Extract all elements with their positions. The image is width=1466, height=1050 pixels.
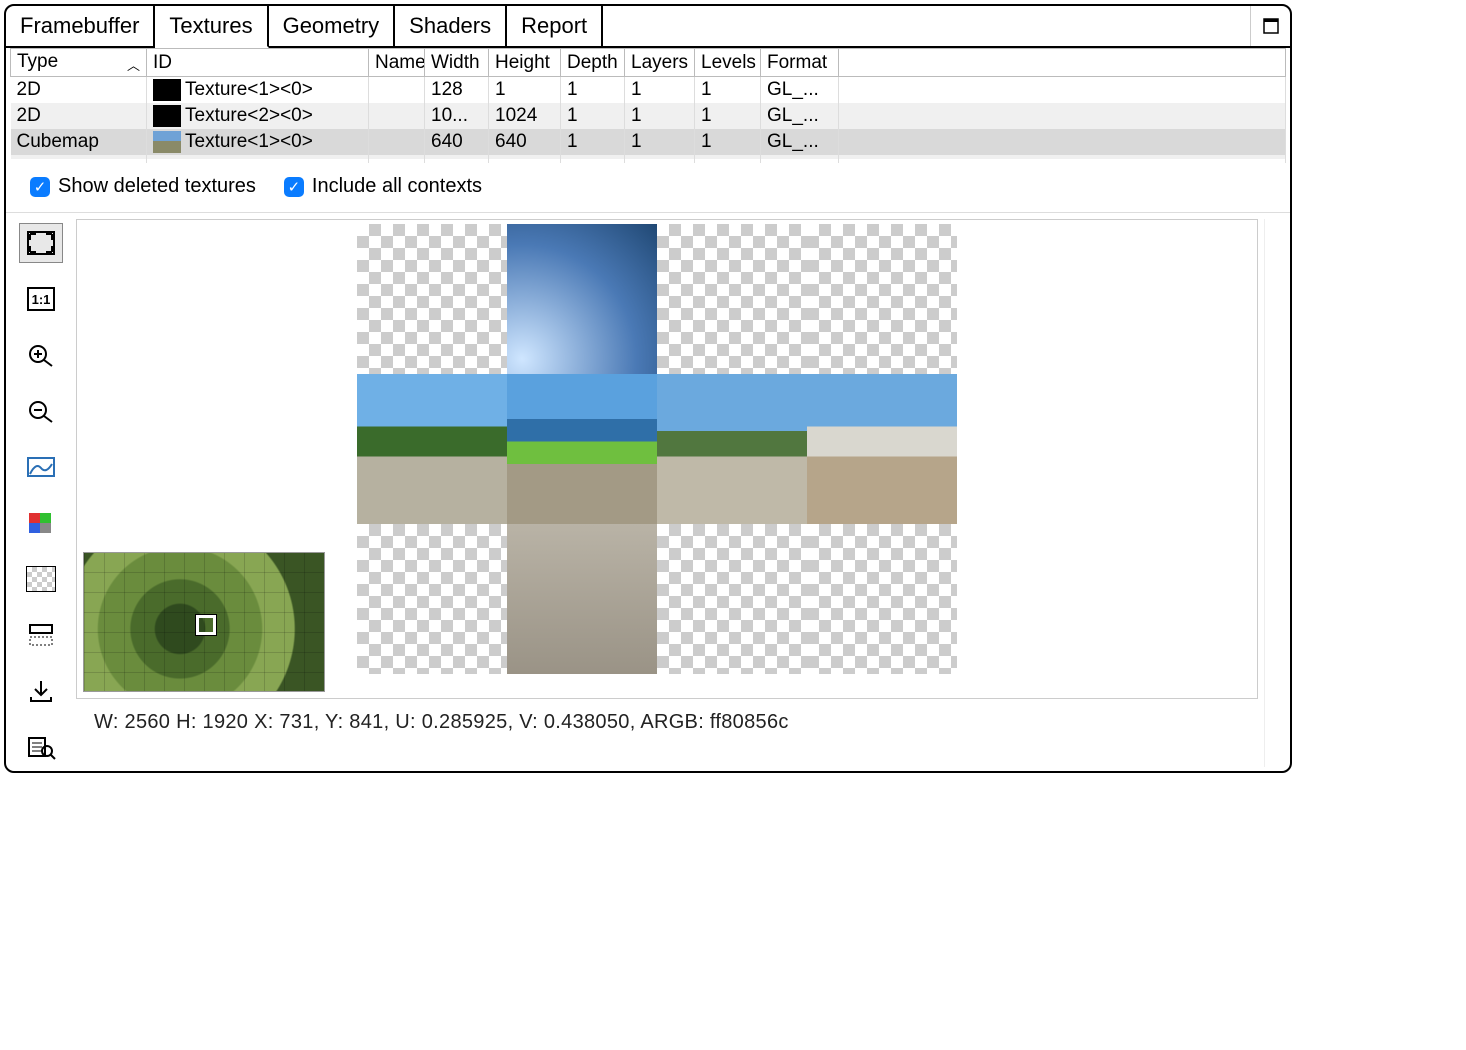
- col-type[interactable]: Type︿: [11, 49, 147, 77]
- col-layers[interactable]: Layers: [625, 49, 695, 77]
- zoom-in-icon[interactable]: [19, 335, 63, 375]
- checkmark-icon: ✓: [284, 177, 304, 197]
- zoom-out-icon[interactable]: [19, 391, 63, 431]
- col-height[interactable]: Height: [489, 49, 561, 77]
- texture-thumb-icon: [153, 105, 181, 127]
- include-all-contexts-checkbox[interactable]: ✓Include all contexts: [284, 175, 482, 198]
- tab-shaders[interactable]: Shaders: [395, 6, 507, 46]
- scrollbar[interactable]: [1264, 219, 1284, 767]
- cubemap-face-top: [507, 224, 657, 374]
- cubemap-unwrap: [357, 224, 957, 674]
- pixel-magnifier: [83, 552, 325, 692]
- col-depth[interactable]: Depth: [561, 49, 625, 77]
- save-icon[interactable]: [19, 671, 63, 711]
- background-checker-icon[interactable]: [19, 559, 63, 599]
- table-row[interactable]: 2D Texture<1><0> 1281111GL_...: [11, 77, 1286, 104]
- table-row[interactable]: Cubemap Texture<1><0> 640640111GL_...: [11, 129, 1286, 155]
- svg-text:1:1: 1:1: [32, 292, 51, 307]
- cubemap-face-front: [507, 374, 657, 524]
- texture-thumb-icon: [153, 79, 181, 101]
- viewer-toolbar: 1:1: [12, 219, 70, 767]
- tab-report[interactable]: Report: [507, 6, 603, 46]
- tabbar: Framebuffer Textures Geometry Shaders Re…: [6, 6, 1290, 48]
- table-row[interactable]: 2D Texture<2><0> 10...1024111GL_...: [11, 103, 1286, 129]
- cubemap-face-right: [657, 374, 807, 524]
- texture-thumb-icon: [153, 131, 181, 153]
- inspect-pixel-icon[interactable]: [19, 727, 63, 767]
- maximize-icon[interactable]: [1250, 6, 1290, 46]
- col-format[interactable]: Format: [761, 49, 839, 77]
- tab-textures[interactable]: Textures: [155, 6, 268, 48]
- zoom-to-fit-icon[interactable]: [19, 223, 63, 263]
- col-width[interactable]: Width: [425, 49, 489, 77]
- cubemap-face-bottom: [507, 524, 657, 674]
- tab-framebuffer[interactable]: Framebuffer: [6, 6, 155, 46]
- histogram-icon[interactable]: [19, 447, 63, 487]
- status-bar: W: 2560 H: 1920 X: 731, Y: 841, U: 0.285…: [76, 699, 1258, 754]
- col-id[interactable]: ID: [147, 49, 369, 77]
- cubemap-face-left: [357, 374, 507, 524]
- textures-table: Type︿ ID Name Width Height Depth Layers …: [6, 48, 1290, 163]
- cubemap-face-back: [807, 374, 957, 524]
- col-name[interactable]: Name: [369, 49, 425, 77]
- flip-vertical-icon[interactable]: [19, 615, 63, 655]
- texture-options: ✓Show deleted textures ✓Include all cont…: [6, 163, 1290, 213]
- textures-panel: Framebuffer Textures Geometry Shaders Re…: [4, 4, 1292, 773]
- sort-asc-icon: ︿: [127, 51, 140, 74]
- color-channels-icon[interactable]: [19, 503, 63, 543]
- tab-geometry[interactable]: Geometry: [269, 6, 396, 46]
- checkmark-icon: ✓: [30, 177, 50, 197]
- col-levels[interactable]: Levels: [695, 49, 761, 77]
- texture-viewer: 1:1 W: 2560 H: 1920: [6, 213, 1290, 771]
- texture-canvas[interactable]: [76, 219, 1258, 699]
- actual-size-icon[interactable]: 1:1: [19, 279, 63, 319]
- show-deleted-checkbox[interactable]: ✓Show deleted textures: [30, 175, 256, 198]
